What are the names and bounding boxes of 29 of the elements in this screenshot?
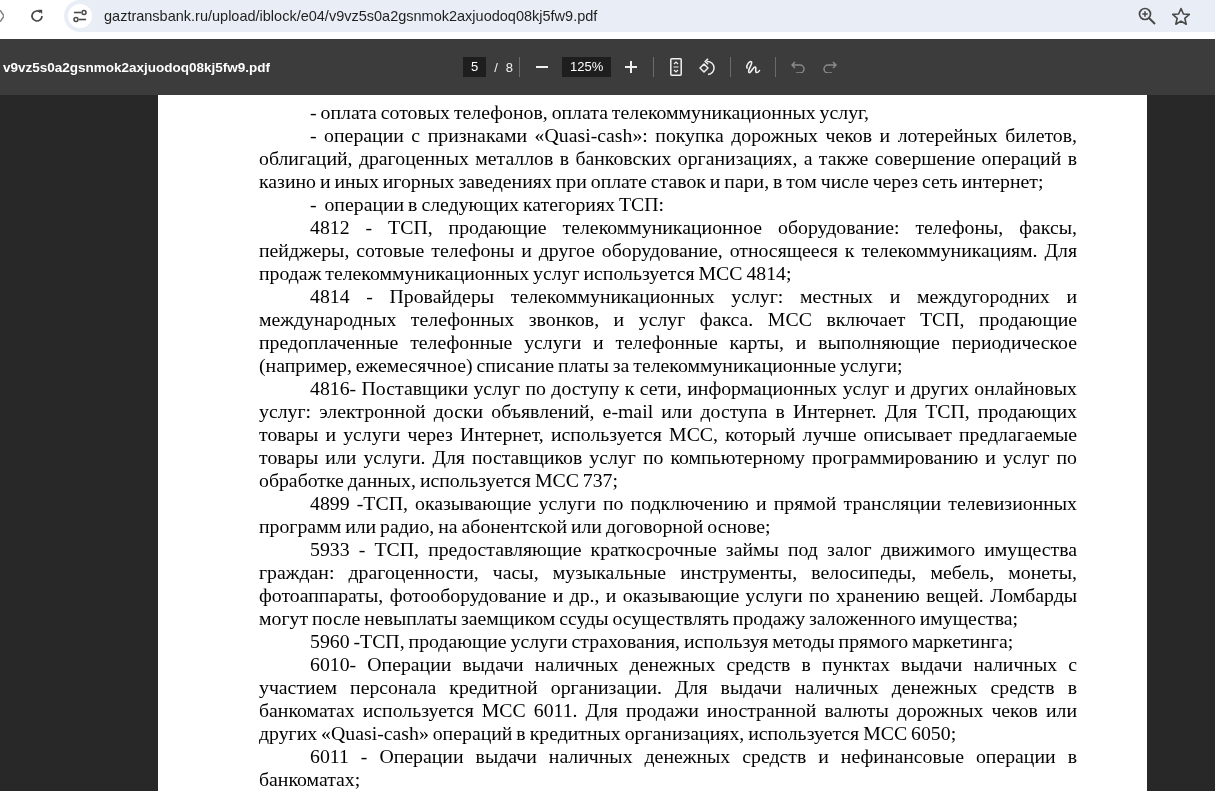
paragraph: - операции с признаками «Quasi-cash»: покупка дорожных чеков и лотерейных билетов, облигаций, драгоценных металлов в банковских организациях, а также совершение операций в казино и иных игорных заведениях при оплате ставок и пари, в том числе через сеть интернет; xyxy=(259,124,1077,193)
paragraph: 4812 - ТСП, продающие телекоммуникационное оборудование: телефоны, факсы, пейджеры, сотовые телефоны и другое оборудование, относящееся к телекоммуникациям. Для продаж телекоммуникационных услуг используется МСС 4814; xyxy=(259,216,1077,285)
paragraph: 5960 -ТСП, продающие услуги страхования, используя методы прямого маркетинга; xyxy=(309,630,1015,653)
pen-squiggle-icon xyxy=(745,59,762,75)
page-count: 8 xyxy=(505,59,514,75)
fit-page-icon xyxy=(670,58,683,76)
rotate-icon xyxy=(699,58,718,76)
url-text[interactable]: gaztransbank.ru/upload/iblock/e04/v9vz5s0a2gsnmok2axjuodoq08kj5fw9.pdf xyxy=(104,8,598,24)
paragraph: 5933 - ТСП, предоставляющие краткосрочные займы под залог движимого имущества граждан: драгоценности, часы, музыкальные инструменты, велосипеды, мебель, монеты, фотоаппараты, фотооборудование и др., и оказывающие услуги по хранению вещей. Ломбарды могут после невыплаты заемщиком ссуды осуществлять продажу заложенного имущества; xyxy=(259,538,1077,630)
paragraph: 4816- Поставщики услуг по доступу к сети, информационных услуг и других онлайновых услуг: электронной доски объявлений, e-mail или доступа в Интернет. Для ТСП, продающих товары и услуги через Интернет, используется МСС, который лучше описывает предлагаемые товары или услуги. Для поставщиков услуг по компьютерному программированию и услуг по обработке данных, используется МСС 737; xyxy=(259,377,1077,492)
page-number-field[interactable]: 5 xyxy=(463,57,487,77)
address-bar[interactable]: gaztransbank.ru/upload/iblock/e04/v9vz5s0a2gsnmok2axjuodoq08kj5fw9.pdf xyxy=(64,0,1215,32)
site-info-icon[interactable] xyxy=(68,4,92,28)
paragraph: 6011 - Операции выдачи наличных денежных средств и нефинансовые операции в банкоматах; xyxy=(259,745,1077,791)
minus-icon xyxy=(536,66,549,68)
zoom-level-field[interactable]: 125% xyxy=(562,57,612,77)
plus-icon xyxy=(625,61,638,73)
paragraph: - оплата сотовых телефонов, оплата телекоммуникационных услуг, xyxy=(309,101,870,124)
paragraph: 4814 - Провайдеры телекоммуникационных услуг: местных и междугородних и международных телефонных звонков, и услуг факса. МСС включает ТСП, продающие предоплаченные телефонные услуги и телефонные карты, и выполняющие периодическое (например, ежемесячное) списание платы за телекоммуникационные услуги; xyxy=(259,285,1077,377)
reload-icon xyxy=(29,8,45,24)
zoom-in-icon[interactable] xyxy=(1138,7,1156,25)
page-separator: / xyxy=(494,59,498,75)
undo-icon xyxy=(791,61,806,73)
paragraph: - операции в следующих категориях ТСП: xyxy=(309,193,665,216)
paragraph: 6010- Операции выдачи наличных денежных средств в пунктах выдачи наличных с участием персонала кредитной организации. Для выдачи наличных денежных средств в банкоматах используется МСС 6011. Для продажи иностранной валюты дорожных чеков или других «Quasi-cash» операций в кредитных организациях, используется МСС 6050; xyxy=(259,653,1077,745)
bookmark-star-icon[interactable] xyxy=(1171,6,1191,26)
paragraph: 4899 -ТСП, оказывающие услуги по подключению и прямой трансляции телевизионных программ или радио, на абонентской или договорной основе; xyxy=(259,492,1077,538)
file-name: v9vz5s0a2gsnmok2axjuodoq08kj5fw9.pdf xyxy=(3,60,271,75)
redo-icon xyxy=(823,61,838,73)
